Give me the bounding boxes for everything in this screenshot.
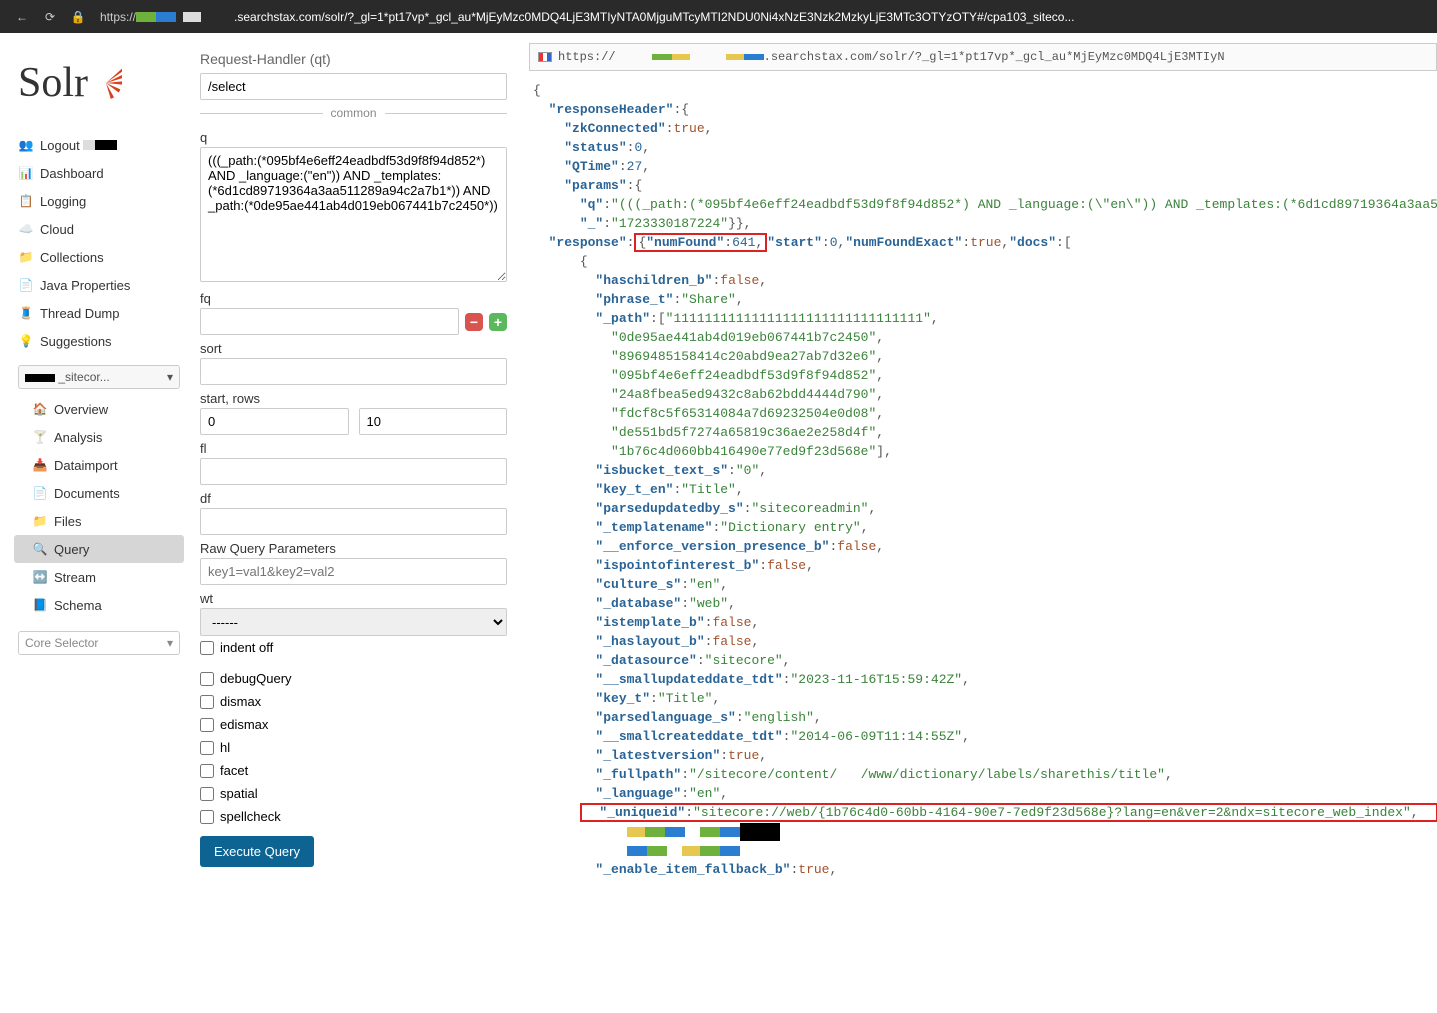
- logging-icon: 📋: [18, 193, 34, 209]
- files-link[interactable]: 📁Files: [14, 507, 184, 535]
- back-button[interactable]: ←: [8, 3, 36, 31]
- wt-select[interactable]: ------: [200, 608, 507, 636]
- raw-label: Raw Query Parameters: [200, 541, 507, 556]
- df-input[interactable]: [200, 508, 507, 535]
- solr-logo: Solr: [14, 43, 184, 131]
- thread-dump-link[interactable]: 🧵Thread Dump: [14, 299, 184, 327]
- fq-label: fq: [200, 291, 507, 306]
- spatial-checkbox[interactable]: [200, 787, 214, 801]
- execute-query-button[interactable]: Execute Query: [200, 836, 314, 867]
- chevron-down-icon: ▾: [167, 370, 173, 384]
- fl-label: fl: [200, 441, 507, 456]
- overview-link[interactable]: 🏠Overview: [14, 395, 184, 423]
- collections-link[interactable]: 📁Collections: [14, 243, 184, 271]
- address-bar[interactable]: https:// .searchstax.com/solr/?_gl=1*pt1…: [92, 10, 1429, 24]
- dashboard-icon: 📊: [18, 165, 34, 181]
- fq-input[interactable]: [200, 308, 459, 335]
- core-selector-dropdown[interactable]: Core Selector ▾: [18, 631, 180, 655]
- analysis-icon: 🍸: [32, 429, 48, 445]
- qt-input[interactable]: [200, 73, 507, 100]
- browser-chrome: ← ⟳ 🔒 https:// .searchstax.com/solr/?_gl…: [0, 0, 1437, 33]
- indent-checkbox[interactable]: [200, 641, 214, 655]
- sort-label: sort: [200, 341, 507, 356]
- spellcheck-checkbox[interactable]: [200, 810, 214, 824]
- analysis-link[interactable]: 🍸Analysis: [14, 423, 184, 451]
- logging-link[interactable]: 📋Logging: [14, 187, 184, 215]
- common-legend: common: [200, 106, 507, 120]
- q-input[interactable]: [200, 147, 507, 282]
- logout-link[interactable]: 👥Logout: [14, 131, 184, 159]
- schema-link[interactable]: 📘Schema: [14, 591, 184, 619]
- files-icon: 📁: [32, 513, 48, 529]
- lock-icon: 🔒: [64, 3, 92, 31]
- flag-icon: [538, 52, 552, 62]
- schema-icon: 📘: [32, 597, 48, 613]
- java-icon: 📄: [18, 277, 34, 293]
- chevron-down-icon: ▾: [167, 636, 173, 650]
- fl-input[interactable]: [200, 458, 507, 485]
- refresh-button[interactable]: ⟳: [36, 3, 64, 31]
- start-input[interactable]: [200, 408, 349, 435]
- edismax-checkbox[interactable]: [200, 718, 214, 732]
- rows-input[interactable]: [359, 408, 508, 435]
- results-panel: https:// .searchstax.com/solr/?_gl=1*pt1…: [519, 43, 1437, 1013]
- raw-input[interactable]: [200, 558, 507, 585]
- debugquery-checkbox[interactable]: [200, 672, 214, 686]
- json-response[interactable]: { "responseHeader":{ "zkConnected":true,…: [529, 71, 1437, 899]
- query-form: Request-Handler (qt) common q fq − + sor…: [184, 43, 519, 1013]
- home-icon: 🏠: [32, 401, 48, 417]
- cloud-icon: ☁️: [18, 221, 34, 237]
- query-link[interactable]: 🔍Query: [14, 535, 184, 563]
- add-fq-button[interactable]: +: [489, 313, 507, 331]
- dataimport-link[interactable]: 📥Dataimport: [14, 451, 184, 479]
- suggestions-link[interactable]: 💡Suggestions: [14, 327, 184, 355]
- users-icon: 👥: [18, 137, 34, 153]
- remove-fq-button[interactable]: −: [465, 313, 483, 331]
- dashboard-link[interactable]: 📊Dashboard: [14, 159, 184, 187]
- documents-icon: 📄: [32, 485, 48, 501]
- java-properties-link[interactable]: 📄Java Properties: [14, 271, 184, 299]
- wt-label: wt: [200, 591, 507, 606]
- dataimport-icon: 📥: [32, 457, 48, 473]
- indent-label: indent off: [220, 640, 273, 655]
- sort-input[interactable]: [200, 358, 507, 385]
- stream-link[interactable]: ↔️Stream: [14, 563, 184, 591]
- q-label: q: [200, 130, 507, 145]
- hl-checkbox[interactable]: [200, 741, 214, 755]
- collection-dropdown[interactable]: _sitecor... ▾: [18, 365, 180, 389]
- df-label: df: [200, 491, 507, 506]
- dismax-checkbox[interactable]: [200, 695, 214, 709]
- qt-label: Request-Handler (qt): [200, 51, 507, 67]
- sidebar: Solr 👥Logout 📊Dashboard 📋Logging ☁️Cloud…: [14, 43, 184, 1013]
- facet-checkbox[interactable]: [200, 764, 214, 778]
- solr-swirl-icon: [90, 67, 122, 99]
- search-icon: 🔍: [32, 541, 48, 557]
- documents-link[interactable]: 📄Documents: [14, 479, 184, 507]
- bulb-icon: 💡: [18, 333, 34, 349]
- result-url-bar[interactable]: https:// .searchstax.com/solr/?_gl=1*pt1…: [529, 43, 1437, 71]
- stream-icon: ↔️: [32, 569, 48, 585]
- collections-icon: 📁: [18, 249, 34, 265]
- thread-icon: 🧵: [18, 305, 34, 321]
- cloud-link[interactable]: ☁️Cloud: [14, 215, 184, 243]
- startrows-label: start, rows: [200, 391, 507, 406]
